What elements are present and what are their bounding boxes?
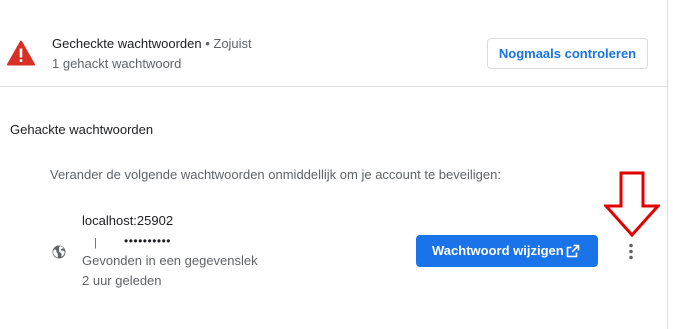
credential-site: localhost:25902 (82, 213, 174, 228)
panel-right-border (667, 0, 668, 329)
credential-status: Gevonden in een gegevenslek (82, 253, 258, 268)
instruction-text: Verander de volgende wachtwoorden onmidd… (50, 167, 501, 182)
check-title-text: Gecheckte wachtwoorden (52, 36, 202, 51)
password-check-summary: Gecheckte wachtwoorden • Zojuist 1 gehac… (0, 0, 667, 87)
change-password-label: Wachtwoord wijzigen (432, 243, 564, 258)
more-vert-icon[interactable] (623, 240, 639, 264)
credential-password: •••••••••• (124, 234, 172, 248)
annotation-arrow-down (604, 171, 660, 237)
recheck-button[interactable]: Nogmaals controleren (487, 38, 648, 69)
check-separator: • (201, 36, 214, 51)
credential-username: | (94, 237, 97, 249)
check-title: Gecheckte wachtwoorden • Zojuist (52, 36, 252, 52)
change-password-button[interactable]: Wachtwoord wijzigen (416, 235, 598, 267)
check-subtitle: 1 gehackt wachtwoord (52, 56, 182, 71)
credential-time-ago: 2 uur geleden (82, 273, 162, 288)
section-title: Gehackte wachtwoorden (10, 122, 154, 137)
external-link-icon (566, 244, 580, 258)
globe-icon (52, 245, 66, 259)
warning-triangle-icon (7, 40, 35, 66)
check-time: Zojuist (213, 36, 252, 51)
